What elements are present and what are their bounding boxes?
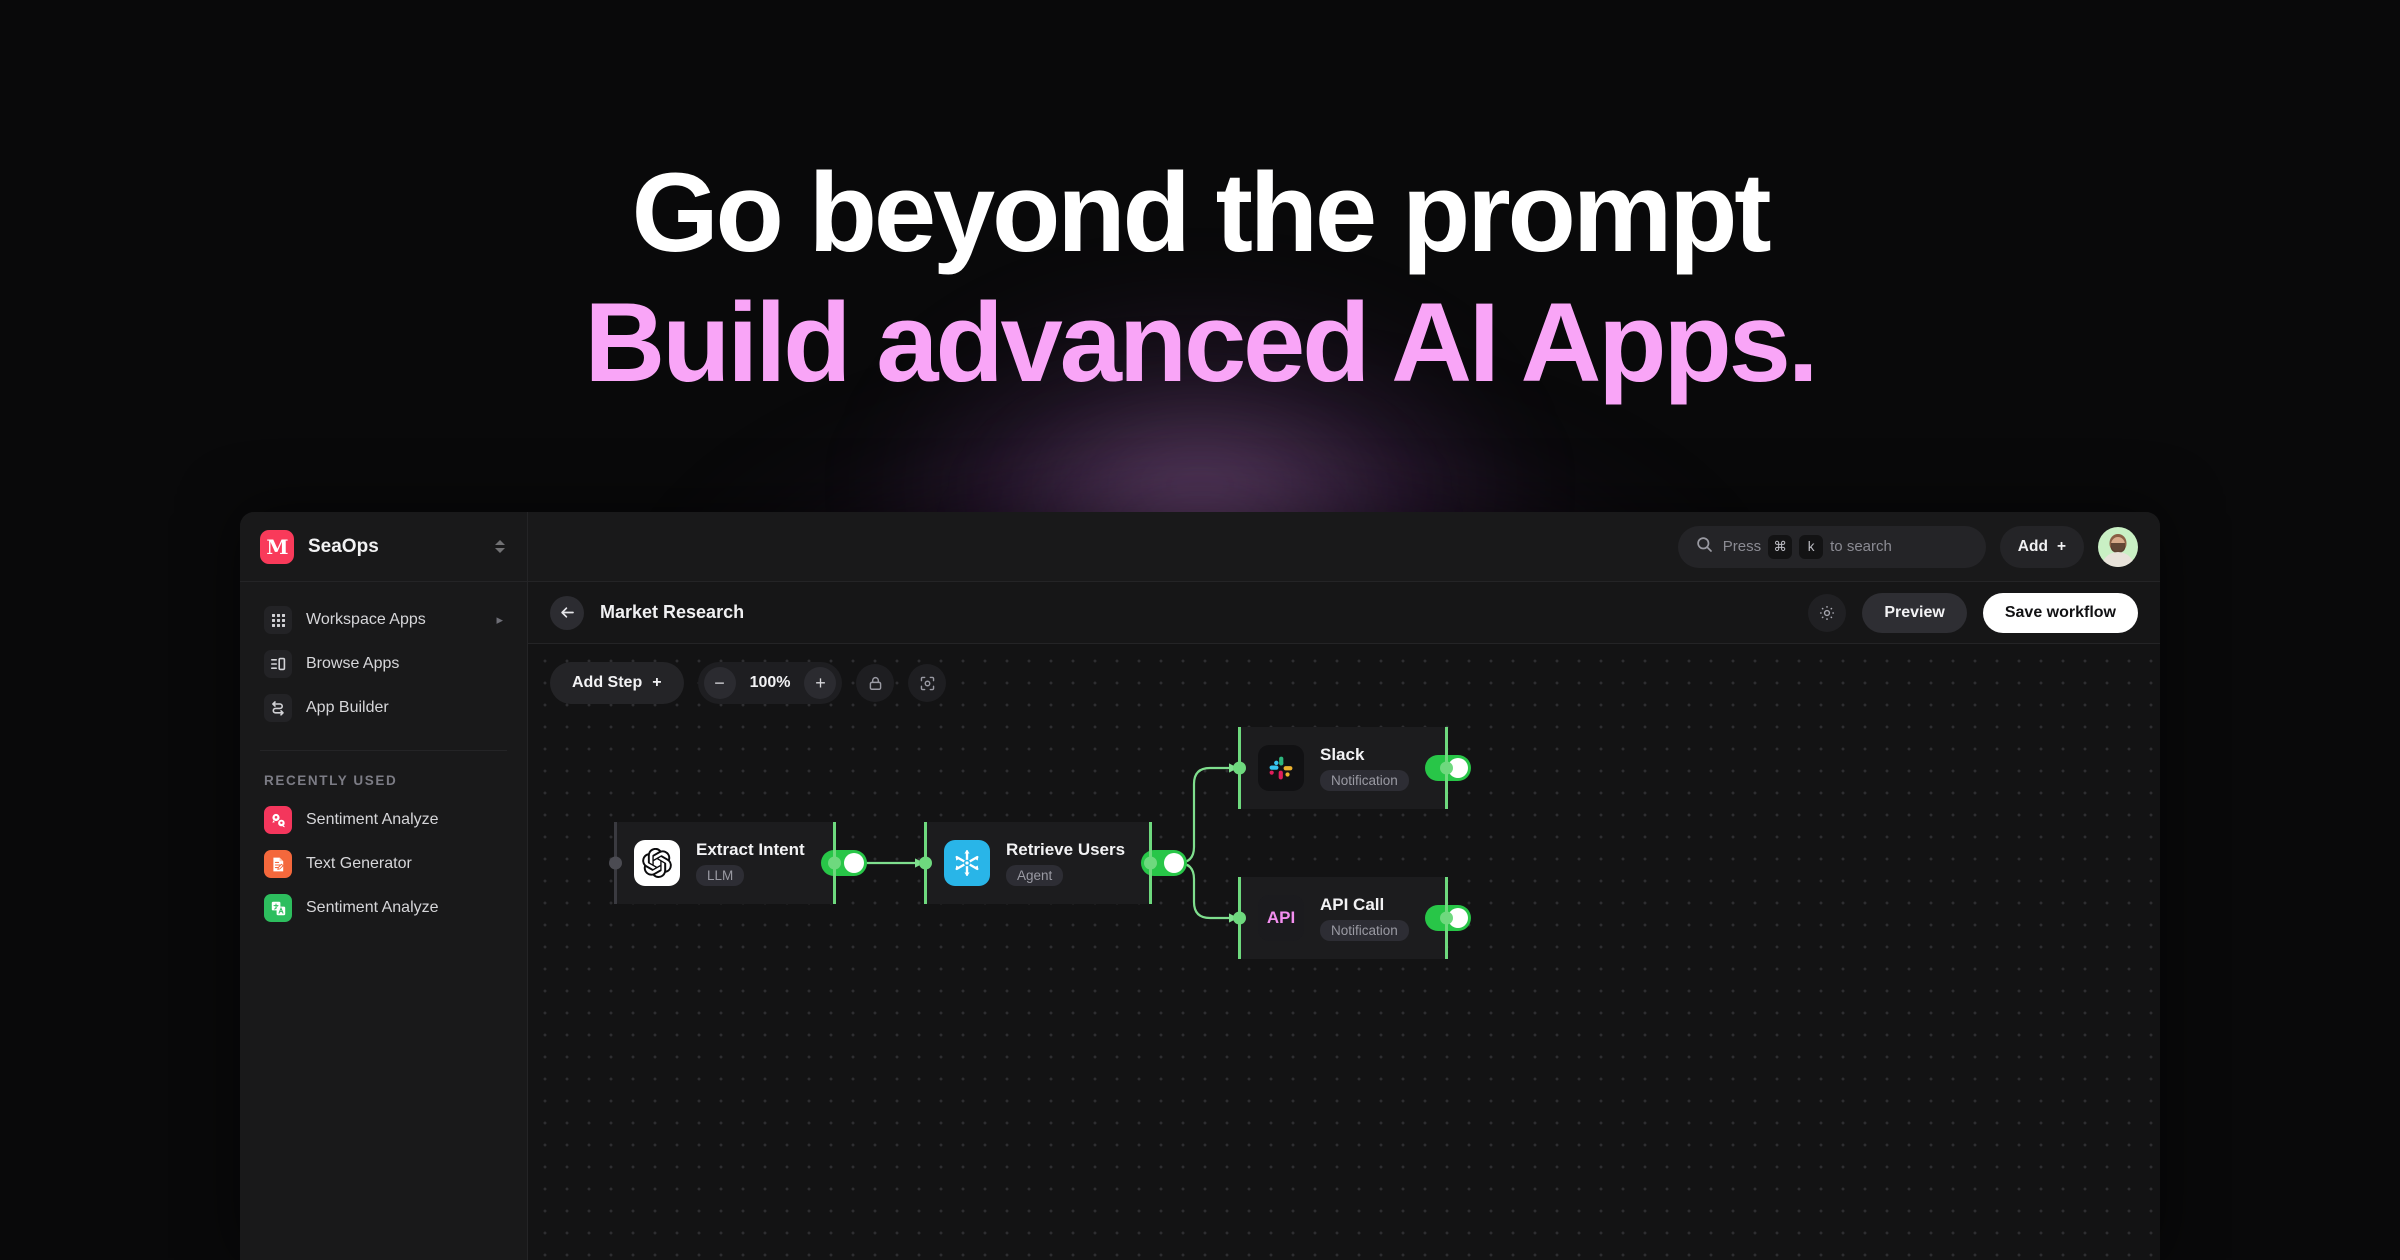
workflow-canvas[interactable]: Add Step + − 100% + Extract Intent LLM R…: [528, 644, 2160, 1260]
builder-icon: [264, 694, 292, 722]
sidebar-item-label: Browse Apps: [306, 655, 400, 672]
save-workflow-button[interactable]: Save workflow: [1982, 592, 2138, 633]
search-icon: [1696, 536, 1713, 558]
node-text: Slack Notification: [1320, 745, 1409, 791]
avatar[interactable]: [2098, 526, 2138, 567]
slack-icon: [1258, 745, 1304, 791]
plus-icon: +: [2056, 537, 2066, 555]
api-icon: API: [1258, 895, 1304, 941]
node-output-port[interactable]: [1440, 911, 1453, 925]
recent-item-label: Sentiment Analyze: [306, 899, 439, 916]
top-bar: Press ⌘ k to search Add +: [528, 512, 2160, 582]
node-title: Extract Intent: [696, 840, 805, 859]
add-step-button[interactable]: Add Step +: [550, 662, 684, 704]
node-slack[interactable]: Slack Notification: [1233, 727, 1471, 809]
node-text: Retrieve Users Agent: [1006, 840, 1125, 886]
screenshot-root: Go beyond the prompt Build advanced AI A…: [0, 0, 2400, 1260]
avatar-body: [2101, 551, 2135, 567]
primary-nav: Workspace Apps ▸ Browse Apps App Builder: [240, 582, 527, 738]
grid-icon: [264, 606, 292, 634]
node-badge: Notification: [1320, 920, 1409, 941]
canvas-toolbar: Add Step + − 100% +: [550, 662, 947, 704]
page-title: Go beyond the prompt Build advanced AI A…: [0, 0, 2400, 408]
node-output-port[interactable]: [828, 856, 841, 870]
node-input-port[interactable]: [609, 856, 622, 870]
openai-icon: [634, 840, 680, 886]
sidebar-item-label: Workspace Apps: [306, 611, 426, 628]
main-area: Press ⌘ k to search Add + Market Researc…: [528, 512, 2160, 1260]
recently-used-heading: RECENTLY USED: [264, 773, 398, 788]
search-placeholder: Press ⌘ k to search: [1722, 534, 1892, 559]
edge-retrieve-to-slack: [1152, 766, 1238, 865]
fit-view-icon[interactable]: [908, 664, 947, 702]
search-input[interactable]: Press ⌘ k to search: [1677, 525, 1986, 568]
recent-item-sentiment-analyze-2[interactable]: Sentiment Analyze: [240, 886, 527, 930]
preview-button[interactable]: Preview: [1862, 592, 1967, 633]
kbd-cmd: ⌘: [1768, 534, 1793, 559]
workspace-name: SeaOps: [308, 535, 379, 557]
node-extract-intent[interactable]: Extract Intent LLM: [609, 822, 867, 904]
workflow-title: Market Research: [600, 602, 745, 622]
headline-line-2: Build advanced AI Apps.: [584, 279, 1818, 405]
lock-icon[interactable]: [856, 664, 895, 702]
back-button[interactable]: [550, 595, 584, 630]
workflow-header: Market Research Preview Save workflow: [528, 582, 2160, 644]
zoom-controls: − 100% +: [697, 662, 843, 704]
translate-icon: [264, 894, 292, 922]
node-text: API Call Notification: [1320, 895, 1409, 941]
zoom-out-button[interactable]: −: [703, 667, 736, 699]
zoom-level: 100%: [749, 674, 791, 691]
headline-line-1: Go beyond the prompt: [631, 150, 1772, 275]
node-output-port[interactable]: [1440, 761, 1453, 775]
node-api-call[interactable]: API API Call Notification: [1233, 877, 1471, 959]
search-prefix: Press: [1722, 538, 1762, 555]
chevron-updown-icon: [495, 540, 505, 553]
workspace-switcher[interactable]: M SeaOps: [240, 512, 527, 582]
node-retrieve-users[interactable]: Retrieve Users Agent: [919, 822, 1188, 904]
recent-item-label: Sentiment Analyze: [306, 811, 439, 828]
node-title: API Call: [1320, 895, 1385, 914]
node-text: Extract Intent LLM: [696, 840, 805, 886]
node-output-port[interactable]: [1144, 856, 1157, 870]
sidebar-item-app-builder[interactable]: App Builder: [254, 686, 513, 730]
settings-button[interactable]: [1808, 593, 1847, 632]
browse-icon: [264, 650, 292, 678]
node-input-port[interactable]: [1233, 761, 1246, 775]
recent-item-text-generator[interactable]: Text Generator: [240, 842, 527, 886]
sidebar-item-browse-apps[interactable]: Browse Apps: [254, 642, 513, 686]
plus-icon: +: [652, 674, 662, 691]
recent-item-label: Text Generator: [306, 855, 412, 872]
app-window: M SeaOps Workspace Apps ▸ Browse Apps Ap…: [240, 512, 2160, 1260]
node-badge: Notification: [1320, 770, 1409, 791]
sentiment-icon: [264, 806, 292, 834]
node-badge: LLM: [696, 865, 745, 886]
sidebar: M SeaOps Workspace Apps ▸ Browse Apps Ap…: [240, 512, 528, 1260]
node-badge: Agent: [1006, 865, 1064, 886]
search-suffix: to search: [1830, 538, 1892, 555]
add-step-label: Add Step: [572, 674, 643, 691]
brand-logo-icon: M: [260, 529, 294, 564]
chevron-right-icon: ▸: [496, 612, 503, 627]
add-button-label: Add: [2017, 537, 2048, 555]
sidebar-item-workspace-apps[interactable]: Workspace Apps ▸: [254, 598, 513, 642]
node-title: Retrieve Users: [1006, 840, 1126, 859]
node-title: Slack: [1320, 745, 1365, 764]
zoom-in-button[interactable]: +: [804, 667, 837, 699]
kbd-k: k: [1799, 534, 1824, 559]
sidebar-item-label: App Builder: [306, 699, 389, 716]
hero-section: Go beyond the prompt Build advanced AI A…: [0, 0, 2400, 408]
recent-item-sentiment-analyze-1[interactable]: Sentiment Analyze: [240, 798, 527, 842]
add-button[interactable]: Add +: [1999, 525, 2084, 568]
node-input-port[interactable]: [919, 856, 932, 870]
node-input-port[interactable]: [1233, 911, 1246, 925]
snowflake-icon: [944, 840, 990, 886]
text-gen-icon: [264, 850, 292, 878]
